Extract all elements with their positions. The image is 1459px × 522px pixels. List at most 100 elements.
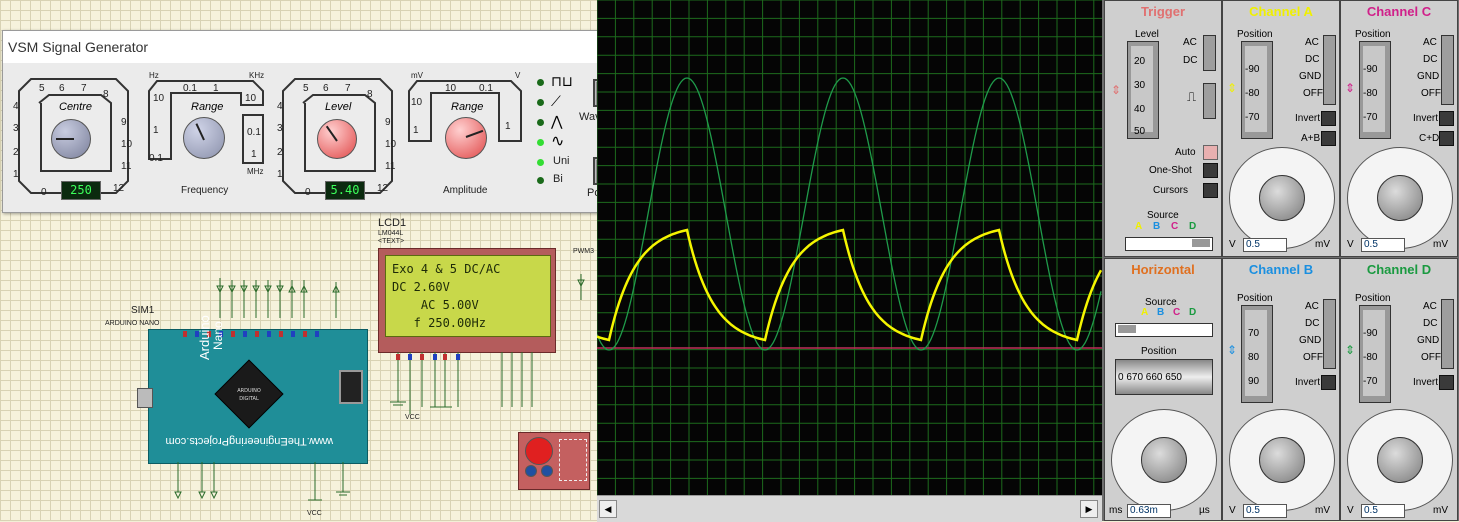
sawtooth-wave-icon: ⟋ [551, 93, 561, 109]
frequency-caption: Frequency [181, 185, 229, 196]
channel-b-coupling-switch[interactable] [1323, 299, 1336, 369]
generator-title: VSM Signal Generator [8, 39, 149, 55]
signal-generator-window[interactable]: VSM Signal Generator × 5 6 7 8 4 3 2 1 0… [2, 30, 636, 213]
amplitude-range-knob[interactable] [445, 117, 487, 159]
centre-label: Centre [59, 101, 93, 113]
horizontal-position-wheel[interactable]: 0 670 660 650 [1115, 359, 1213, 395]
sim-label: SIM1 [131, 305, 155, 316]
channel-c-section: Channel C Position -90 -80 -70 ⇕ AC DC G… [1340, 0, 1458, 257]
amplitude-caption: Amplitude [443, 185, 488, 196]
channel-b-position-slider[interactable]: 70 80 90 [1241, 305, 1273, 403]
auto-button[interactable] [1203, 145, 1218, 160]
channel-a-position-slider[interactable]: -90 -80 -70 [1241, 41, 1273, 139]
channel-d-marker-icon: ⇕ [1345, 343, 1356, 357]
led-sine [537, 139, 544, 146]
trigger-source-slider[interactable] [1125, 237, 1213, 251]
board-label: ARDUINO NANO [105, 320, 160, 327]
one-shot-button[interactable] [1203, 163, 1218, 178]
channel-a-add-button[interactable] [1321, 131, 1336, 146]
horizontal-time-field[interactable]: 0.63m [1127, 504, 1171, 518]
reset-button[interactable] [339, 370, 363, 404]
channel-c-coupling-switch[interactable] [1441, 35, 1454, 105]
oscilloscope-screen[interactable] [597, 0, 1102, 495]
channel-b-title: Channel B [1248, 262, 1314, 277]
trigger-coupling-switch[interactable] [1203, 35, 1216, 71]
channel-d-position-slider[interactable]: -90 -80 -70 [1359, 305, 1391, 403]
lcd-line-2: DC 2.60V [392, 280, 450, 294]
channel-a-invert-button[interactable] [1321, 111, 1336, 126]
pot-knob[interactable] [525, 437, 553, 465]
scope-traces [597, 0, 1102, 495]
led-bi [537, 177, 544, 184]
trigger-marker-icon: ⇕ [1111, 83, 1122, 97]
channel-b-marker-icon: ⇕ [1227, 343, 1238, 357]
led-triangle [537, 119, 544, 126]
led-sawtooth [537, 99, 544, 106]
channel-b-section: Channel B Position 70 80 90 ⇕ AC DC GND … [1222, 258, 1340, 521]
channel-c-invert-button[interactable] [1439, 111, 1454, 126]
centre-knob[interactable] [51, 119, 91, 159]
vcc-label-lcd: VCC [405, 414, 420, 421]
lcd-model-text: <TEXT> [378, 238, 405, 245]
triangle-wave-icon: ⋀ [551, 113, 563, 129]
centre-panel: 5 6 7 8 4 3 2 1 0 12 11 10 9 Centre 250 [11, 71, 136, 200]
channel-d-coupling-switch[interactable] [1441, 299, 1454, 369]
potentiometer[interactable] [518, 432, 590, 490]
frequency-range-label: Range [191, 101, 224, 113]
trigger-edge-switch[interactable] [1203, 83, 1216, 119]
arduino-nano-board[interactable]: ARDUINO DIGITAL Arduino Nano www.TheEngi… [137, 315, 368, 464]
scroll-right-icon[interactable]: ▶ [1080, 500, 1098, 518]
channel-c-volts-knob[interactable] [1377, 175, 1423, 221]
trace-channel-b [597, 77, 1102, 351]
led-uni [537, 159, 544, 166]
trigger-title: Trigger [1140, 4, 1186, 19]
channel-c-position-slider[interactable]: -90 -80 -70 [1359, 41, 1391, 139]
lcd-line-1: Exo 4 & 5 DC/AC [392, 262, 501, 276]
svg-text:DIGITAL: DIGITAL [239, 396, 259, 402]
channel-a-volts-knob[interactable] [1259, 175, 1305, 221]
scroll-left-icon[interactable]: ◀ [599, 500, 617, 518]
channel-c-add-button[interactable] [1439, 131, 1454, 146]
pot-button-2[interactable] [541, 465, 553, 477]
pwm-probe[interactable] [571, 252, 591, 302]
board-url: www.TheEngineeringProjects.com [165, 435, 333, 447]
horizontal-source-slider[interactable] [1115, 323, 1213, 337]
cursors-button[interactable] [1203, 183, 1218, 198]
channel-d-section: Channel D Position -90 -80 -70 ⇕ AC DC G… [1340, 258, 1458, 521]
frequency-knob-pointer [195, 123, 205, 141]
microcontroller-chip: ARDUINO DIGITAL [213, 358, 285, 430]
channel-d-volts-knob[interactable] [1377, 437, 1423, 483]
lcd-line-3: AC 5.00V [392, 298, 479, 312]
lcd-label: LCD1 [378, 217, 407, 229]
level-knob[interactable] [317, 119, 357, 159]
pot-symbol [559, 439, 587, 481]
channel-c-marker-icon: ⇕ [1345, 81, 1356, 95]
sine-wave-icon: ∿ [551, 133, 565, 150]
scope-horizontal-scrollbar[interactable]: ◀ ▶ [597, 495, 1102, 522]
channel-d-invert-button[interactable] [1439, 375, 1454, 390]
horizontal-time-knob[interactable] [1141, 437, 1187, 483]
channel-b-invert-button[interactable] [1321, 375, 1336, 390]
channel-b-volts-knob[interactable] [1259, 437, 1305, 483]
channel-a-volts-field[interactable]: 0.5 [1243, 238, 1287, 252]
channel-a-section: Channel A Position -90 -80 -70 ⇕ AC DC G… [1222, 0, 1340, 257]
vcc-label-bottom: VCC [307, 510, 322, 517]
uni-label: Uni [553, 155, 570, 167]
channel-d-volts-field[interactable]: 0.5 [1361, 504, 1405, 518]
pot-button-1[interactable] [525, 465, 537, 477]
pwm-label: PWM3 [573, 248, 594, 255]
channel-a-coupling-switch[interactable] [1323, 35, 1336, 105]
led-square [537, 79, 544, 86]
generator-titlebar[interactable]: VSM Signal Generator [3, 31, 635, 63]
channel-a-title: Channel A [1249, 4, 1313, 19]
channel-a-marker-icon: ⇕ [1227, 81, 1238, 95]
trigger-level-slider[interactable]: 20 30 40 50 [1127, 41, 1159, 139]
usb-connector [137, 388, 153, 408]
channel-b-volts-field[interactable]: 0.5 [1243, 504, 1287, 518]
frequency-range-knob[interactable] [183, 117, 225, 159]
lcd-screen: Exo 4 & 5 DC/AC DC 2.60V AC 5.00V f 250.… [385, 255, 551, 337]
lcd-display[interactable]: Exo 4 & 5 DC/AC DC 2.60V AC 5.00V f 250.… [378, 248, 556, 353]
level-label: Level [325, 101, 352, 113]
amplitude-panel: mV V 10 0.1 1 10 1 Range Amplitude [403, 71, 528, 199]
channel-c-volts-field[interactable]: 0.5 [1361, 238, 1405, 252]
